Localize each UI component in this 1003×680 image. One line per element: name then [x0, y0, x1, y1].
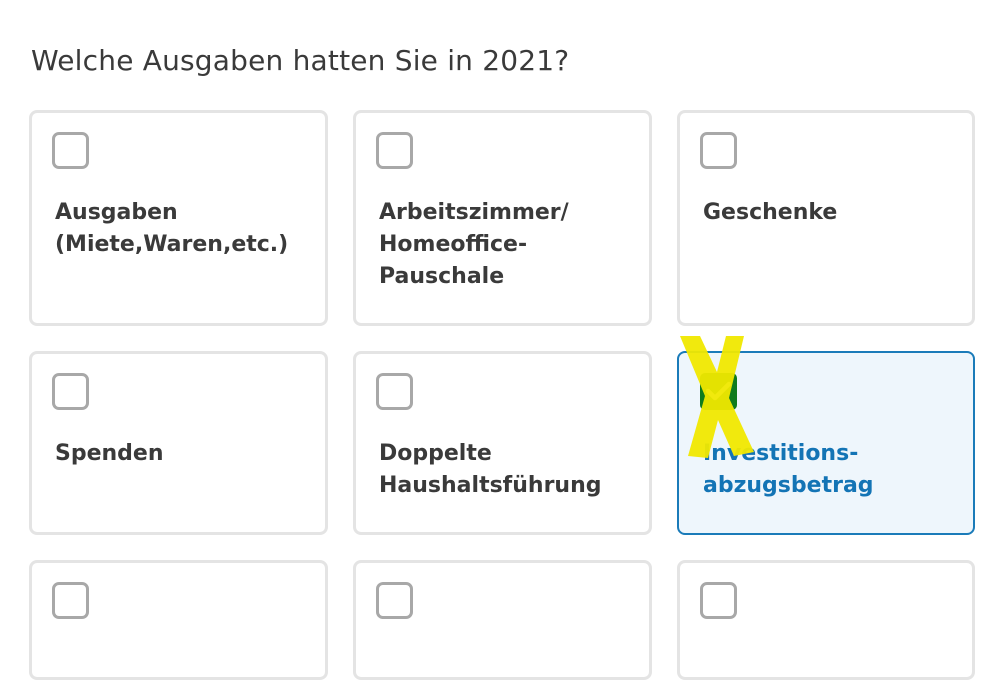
option-card-geschenke[interactable]: Geschenke	[677, 110, 975, 326]
question-heading: Welche Ausgaben hatten Sie in 2021?	[31, 44, 570, 77]
option-label: Geschenke	[703, 197, 956, 229]
option-label-line: Geschenke	[703, 200, 838, 225]
option-label: Investitions- abzugsbetrag	[703, 438, 957, 502]
option-card-investitionsabzugsbetrag[interactable]: Investitions- abzugsbetrag	[677, 351, 975, 535]
option-card-ausgaben[interactable]: Ausgaben (Miete,Waren,etc.)	[29, 110, 328, 326]
option-label-line: Spenden	[55, 441, 164, 466]
checkbox-icon[interactable]	[700, 132, 737, 169]
option-label-line: Arbeitszimmer/	[379, 200, 569, 225]
option-card-doppelte-haushaltsfuehrung[interactable]: Doppelte Haushaltsführung	[353, 351, 652, 535]
option-label-line: (Miete,Waren,etc.)	[55, 232, 289, 257]
checkbox-icon[interactable]	[376, 582, 413, 619]
option-label-line: Homeoffice-	[379, 232, 528, 257]
checkbox-icon[interactable]	[376, 373, 413, 410]
checkbox-checked-icon[interactable]	[700, 373, 737, 410]
option-label-line: Haushaltsführung	[379, 473, 602, 498]
option-label: Ausgaben (Miete,Waren,etc.)	[55, 197, 309, 261]
checkbox-icon[interactable]	[376, 132, 413, 169]
checkbox-icon[interactable]	[52, 132, 89, 169]
option-label-line: Pauschale	[379, 264, 505, 289]
option-card-spenden[interactable]: Spenden	[29, 351, 328, 535]
option-label-line: Investitions-	[703, 441, 859, 466]
option-label: Spenden	[55, 438, 309, 470]
option-card-row3-3[interactable]	[677, 560, 975, 680]
checkmark-icon	[705, 381, 732, 401]
option-card-row3-2[interactable]	[353, 560, 652, 680]
checkbox-icon[interactable]	[52, 373, 89, 410]
checkbox-icon[interactable]	[700, 582, 737, 619]
option-label-line: Doppelte	[379, 441, 492, 466]
option-label-line: Ausgaben	[55, 200, 178, 225]
option-card-arbeitszimmer[interactable]: Arbeitszimmer/ Homeoffice- Pauschale	[353, 110, 652, 326]
option-label: Arbeitszimmer/ Homeoffice- Pauschale	[379, 197, 633, 293]
checkbox-icon[interactable]	[52, 582, 89, 619]
option-card-row3-1[interactable]	[29, 560, 328, 680]
option-label: Doppelte Haushaltsführung	[379, 438, 633, 502]
option-label-line: abzugsbetrag	[703, 473, 874, 498]
